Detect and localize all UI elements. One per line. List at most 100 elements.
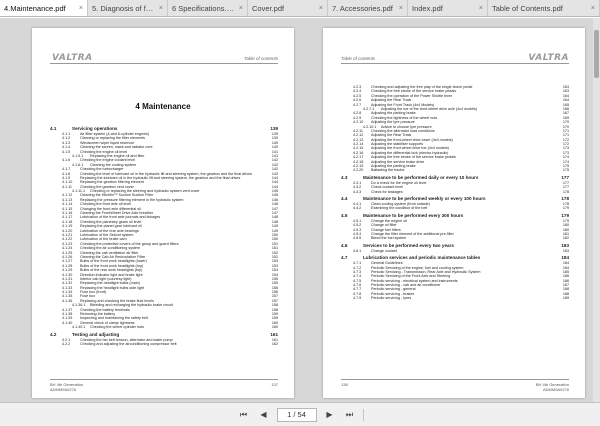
page-footer: BH 4th Generation ADMM9A0276 137 bbox=[50, 379, 278, 392]
toc-text: Servicing operations bbox=[72, 125, 266, 132]
last-page-icon[interactable]: ⏭ bbox=[343, 408, 357, 422]
toc-num: 4.2.2 bbox=[62, 341, 71, 346]
toc-section[interactable]: 4.1 Servicing operations 139 bbox=[50, 125, 278, 132]
header-rule bbox=[341, 63, 569, 64]
toc-page: 179 bbox=[562, 206, 569, 211]
tab-label: Cover.pdf bbox=[252, 4, 285, 13]
close-icon[interactable]: × bbox=[479, 5, 483, 12]
pdf-page-right: Table of contents VALTRA 4.2.3 Checking a… bbox=[323, 28, 585, 398]
close-icon[interactable]: × bbox=[399, 5, 403, 12]
pdf-page-left: VALTRA Table of contents 4 Maintenance 4… bbox=[32, 28, 294, 398]
toc-text: Ballasting the tractor bbox=[371, 168, 557, 173]
close-icon[interactable]: × bbox=[159, 5, 163, 12]
toc-num: 4.4.2 bbox=[353, 206, 362, 211]
toc-page: 177 bbox=[561, 174, 569, 180]
footer-docid: ADMM9A0276 bbox=[50, 387, 77, 392]
toc-page: 184 bbox=[561, 255, 569, 261]
footer-page-number: 137 bbox=[271, 382, 278, 387]
toc-page: 179 bbox=[561, 212, 569, 218]
toc-text: Examining the condition of the belt bbox=[371, 206, 557, 211]
tab-6[interactable]: Table of Contents.pdf × bbox=[488, 0, 600, 16]
toc-num: 4.3.3 bbox=[353, 189, 362, 194]
tab-4[interactable]: 7. Accessories.pdf × bbox=[328, 0, 408, 16]
toc-num: 4.6 bbox=[341, 242, 348, 248]
chapter-title: 4 Maintenance bbox=[135, 102, 191, 111]
toc-num: 4.6.1 bbox=[353, 248, 362, 253]
toc-text: Checking the wheel cylinder nuts bbox=[90, 325, 266, 330]
toc-entry[interactable]: 4.5.5 Bleed the fuel system 182 bbox=[341, 236, 569, 241]
page-navigation-toolbar: ⏮ ◀ 1 / 54 ▶ ⏭ bbox=[0, 402, 600, 426]
toc-entry[interactable]: 4.3.3 Check for leakages 178 bbox=[341, 190, 569, 194]
prev-page-icon[interactable]: ◀ bbox=[257, 408, 271, 422]
tab-0[interactable]: 4.Maintenance.pdf × bbox=[0, 0, 88, 16]
tab-3[interactable]: Cover.pdf × bbox=[248, 0, 328, 16]
tab-label: 5. Diagnosis of faults.... bbox=[92, 4, 156, 13]
toc-text: Services to be performed every two years bbox=[363, 242, 557, 249]
toc-num: 4.7 bbox=[341, 255, 348, 261]
toc-page: 139 bbox=[270, 126, 278, 131]
toc-page: 162 bbox=[271, 341, 278, 346]
tab-label: 4.Maintenance.pdf bbox=[4, 4, 66, 13]
page-number-input[interactable]: 1 / 54 bbox=[276, 407, 317, 422]
toc-section[interactable]: 4.4 Maintenance to be performed weekly or… bbox=[341, 195, 569, 202]
toc-text: Maintenance to be performed daily or eve… bbox=[363, 174, 557, 181]
toc-page: 160 bbox=[271, 325, 278, 330]
toc-num: 4.1.40.1 bbox=[72, 325, 86, 330]
toc-text: Maintenance to be performed every 300 ho… bbox=[363, 212, 557, 219]
toc-list: 4.1 Servicing operations 139 4.1.1 Air filte… bbox=[50, 124, 278, 347]
tab-1[interactable]: 5. Diagnosis of faults....× bbox=[88, 0, 168, 16]
footer-docid: ADMM9A0276 bbox=[542, 387, 569, 392]
toc-text: Bleed the fuel system bbox=[371, 236, 557, 241]
toc-num: 4.1 bbox=[50, 126, 57, 131]
toc-num: 4.3 bbox=[341, 174, 348, 180]
toc-section[interactable]: 4.5 Maintenance to be performed every 300… bbox=[341, 212, 569, 219]
toc-text: Periodic servicing - tyres bbox=[371, 296, 557, 301]
toolbar-divider bbox=[362, 408, 364, 421]
close-icon[interactable]: × bbox=[239, 5, 243, 12]
toc-num: 4.2 bbox=[50, 331, 57, 337]
toc-page: 161 bbox=[270, 331, 278, 337]
toc-page: 178 bbox=[562, 189, 569, 194]
toc-entry[interactable]: 4.2.2 Checking and adjusting the aircondi… bbox=[50, 341, 278, 347]
toc-page: 183 bbox=[562, 248, 569, 253]
next-page-icon[interactable]: ▶ bbox=[323, 408, 337, 422]
vertical-scrollbar[interactable] bbox=[593, 18, 600, 402]
toc-entry[interactable]: 4.7.9 Periodic servicing - tyres 189 bbox=[341, 296, 569, 301]
valtra-logo: VALTRA bbox=[528, 53, 569, 63]
page-footer: 138 BH 4th Generation ADMM9A0276 bbox=[341, 379, 569, 392]
valtra-logo: VALTRA bbox=[52, 53, 93, 63]
close-icon[interactable]: × bbox=[319, 5, 323, 12]
tab-2[interactable]: 6 Specifications.pdf × bbox=[168, 0, 248, 16]
toc-page: 178 bbox=[561, 195, 569, 201]
toc-page: 182 bbox=[562, 236, 569, 241]
toc-page: 183 bbox=[561, 242, 569, 248]
toc-page: 175 bbox=[562, 168, 569, 173]
scrollbar-thumb[interactable] bbox=[594, 30, 599, 78]
toc-text: Check for leakages bbox=[371, 190, 557, 194]
toc-entry[interactable]: 4.1.40.1 Checking the wheel cylinder nuts… bbox=[50, 325, 278, 330]
toc-num: 4.5 bbox=[341, 212, 348, 218]
pdf-viewer[interactable]: VALTRA Table of contents 4 Maintenance 4… bbox=[0, 18, 600, 402]
toc-text: Testing and adjusting bbox=[72, 331, 266, 338]
toc-entry[interactable]: 4.6.1 Change coolant 183 bbox=[341, 248, 569, 254]
toc-section[interactable]: 4.3 Maintenance to be performed daily or … bbox=[341, 174, 569, 181]
close-icon[interactable]: × bbox=[591, 5, 595, 12]
first-page-icon[interactable]: ⏮ bbox=[237, 408, 251, 422]
toc-section[interactable]: 4.6 Services to be performed every two ye… bbox=[341, 242, 569, 249]
tab-label: 6 Specifications.pdf bbox=[172, 4, 236, 13]
toc-section[interactable]: 4.2 Testing and adjusting 161 bbox=[50, 331, 278, 338]
toc-entry[interactable]: 4.2.20 Ballasting the tractor 175 bbox=[341, 168, 569, 173]
toc-entry[interactable]: 4.4.2 Examining the condition of the belt… bbox=[341, 206, 569, 211]
toc-num: 4.4 bbox=[341, 195, 348, 201]
header-rule bbox=[50, 63, 278, 64]
toc-num: 4.5.5 bbox=[353, 236, 362, 241]
page-header-label: Table of contents bbox=[243, 56, 278, 61]
toc-text: Maintenance to be performed weekly or ev… bbox=[363, 195, 557, 202]
footer-page-number: 138 bbox=[341, 382, 348, 387]
tab-label: Table of Contents.pdf bbox=[492, 4, 563, 13]
close-icon[interactable]: × bbox=[79, 5, 83, 12]
toc-section[interactable]: 4.7 Lubrication services and periodic mai… bbox=[341, 254, 569, 261]
toc-text: Checking and adjusting the airconditioni… bbox=[80, 342, 266, 347]
tab-5[interactable]: Index.pdf × bbox=[408, 0, 488, 16]
tab-label: 7. Accessories.pdf bbox=[332, 4, 393, 13]
